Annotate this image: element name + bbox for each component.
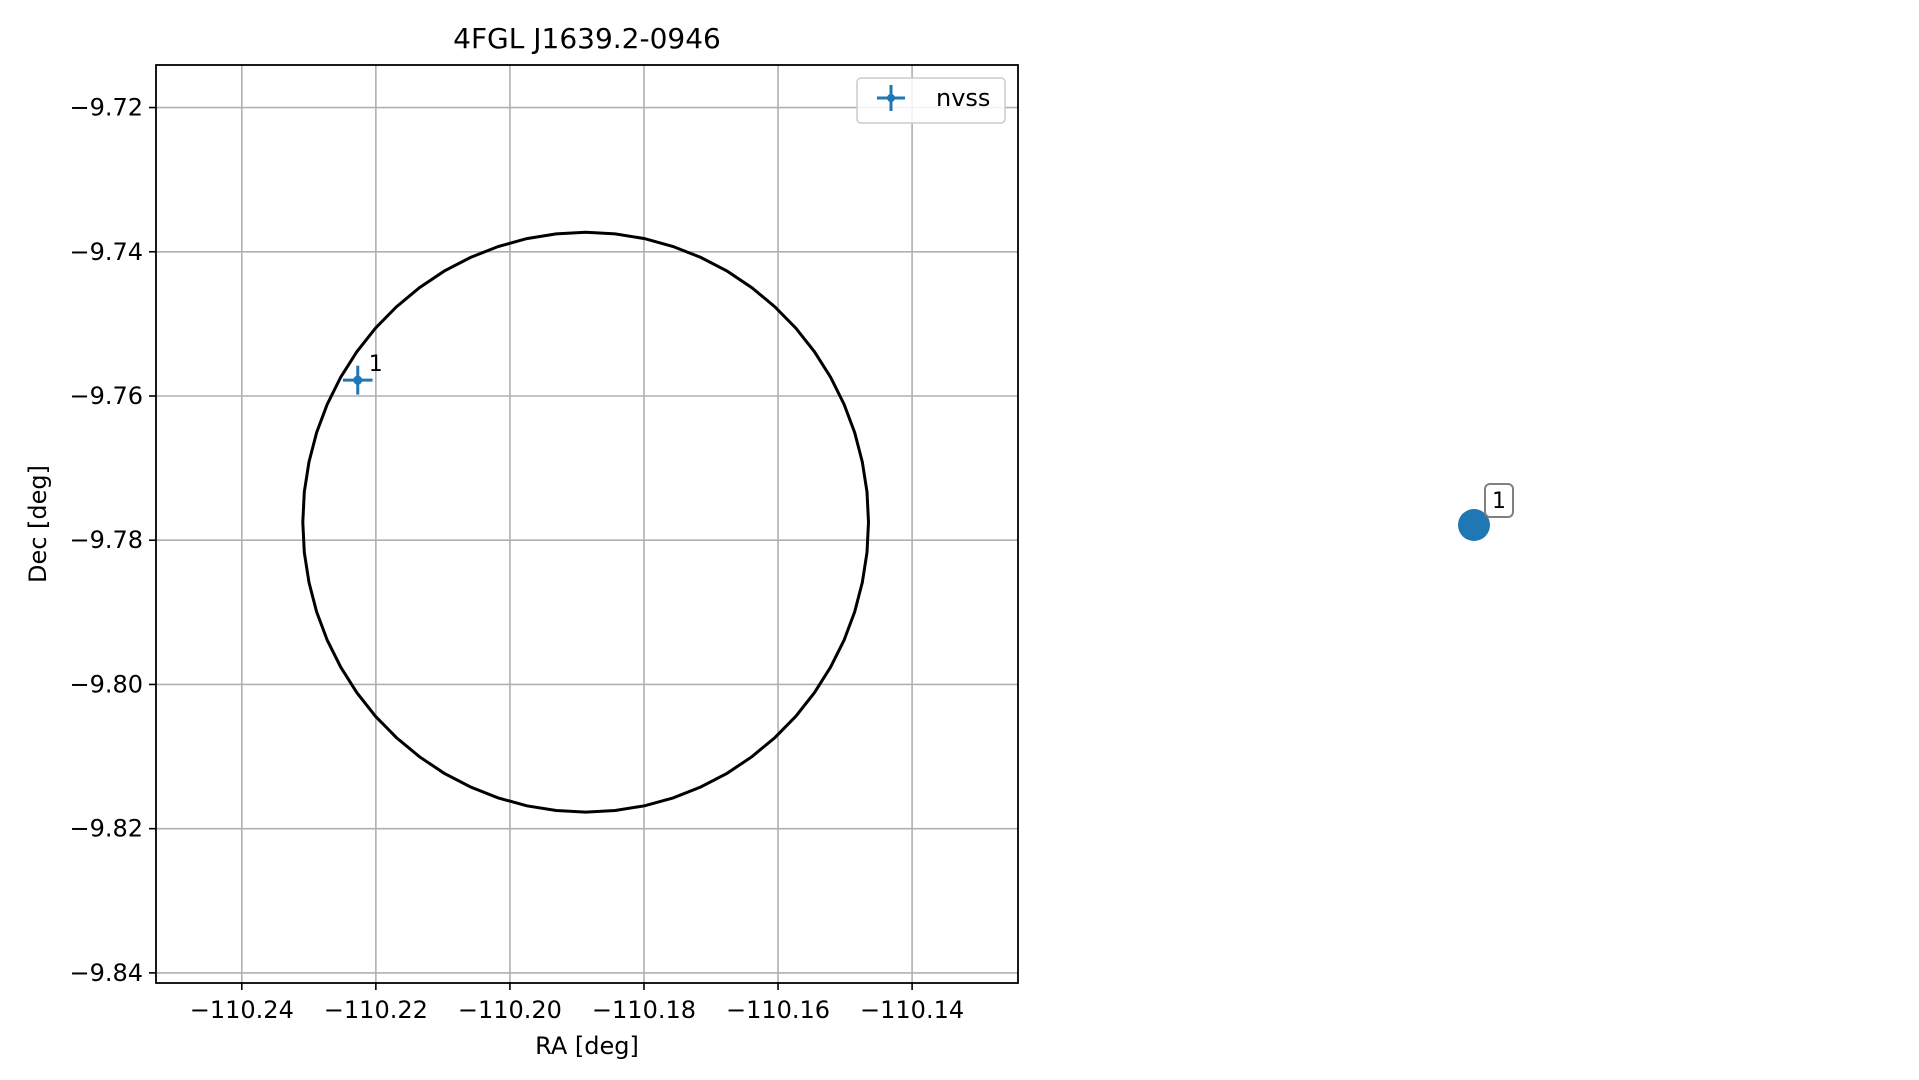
y-tick-label: −9.82 [69, 815, 143, 843]
chart-title: 4FGL J1639.2-0946 [453, 22, 721, 55]
y-tick-label: −9.76 [69, 382, 143, 410]
legend[interactable]: nvss [856, 77, 1006, 124]
x-ticks: −110.24 −110.22 −110.20 −110.18 −110.16 −110.… [190, 983, 964, 1024]
plot-frame [155, 64, 1019, 984]
x-tick-label: −110.24 [190, 996, 294, 1024]
source-label: 1 [1492, 489, 1506, 514]
grid-x [240, 65, 913, 983]
x-tick-label: −110.20 [458, 996, 562, 1024]
x-tick-label: −110.22 [324, 996, 428, 1024]
x-tick-label: −110.14 [860, 996, 964, 1024]
main-chart: 4FGL J1639.2-0946 1 −110.24 −110.22 −110.2… [24, 22, 1019, 1060]
error-ellipse [301, 230, 871, 814]
x-axis-label: RA [deg] [535, 1032, 639, 1060]
y-axis-label: Dec [deg] [24, 465, 52, 583]
y-tick-label: −9.72 [69, 94, 143, 122]
data-point-label: 1 [369, 352, 383, 377]
side-panel: 1 [1458, 483, 1514, 541]
x-tick-label: −110.18 [592, 996, 696, 1024]
y-tick-label: −9.80 [69, 670, 143, 698]
y-ticks: −9.72 −9.74 −9.76 −9.78 −9.80 −9.82 −9.84 [69, 94, 156, 987]
figure: 4FGL J1639.2-0946 1 −110.24 −110.22 −110.2… [24, 22, 1514, 1060]
data-point [353, 375, 363, 385]
data-points: 1 [343, 352, 383, 395]
grid-y [156, 106, 1018, 974]
y-tick-label: −9.78 [69, 526, 143, 554]
x-tick-label: −110.16 [726, 996, 830, 1024]
y-tick-label: −9.84 [69, 959, 143, 987]
y-tick-label: −9.74 [69, 238, 143, 266]
legend-entry-label: nvss [936, 84, 990, 112]
